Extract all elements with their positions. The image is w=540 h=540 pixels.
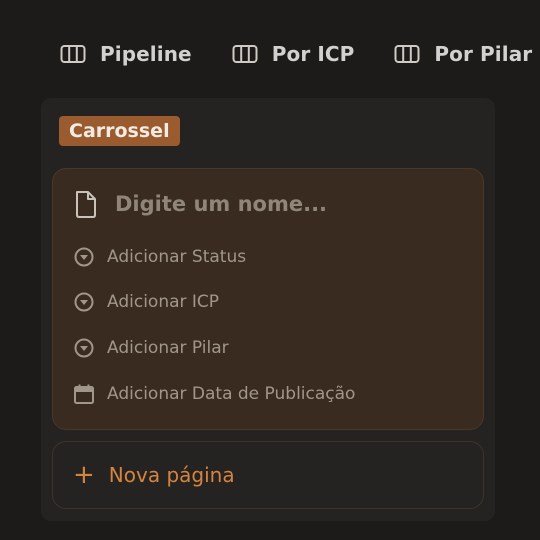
add-icp-property[interactable]: Adicionar ICP: [73, 290, 219, 314]
calendar-icon: [73, 383, 95, 405]
view-tabs: Pipeline Por ICP Por Pilar: [60, 36, 532, 72]
board-icon: [394, 44, 420, 64]
add-pilar-property[interactable]: Adicionar Pilar: [73, 336, 229, 360]
tab-por-pilar[interactable]: Por Pilar: [394, 42, 532, 66]
tab-por-icp[interactable]: Por ICP: [232, 42, 355, 66]
new-page-button[interactable]: + Nova página: [52, 441, 484, 509]
tab-label: Por ICP: [271, 42, 355, 66]
new-card: Adicionar Status Adicionar ICP Adicionar…: [52, 168, 484, 430]
tab-label: Pipeline: [100, 42, 192, 66]
select-icon: [73, 337, 95, 359]
new-page-label: Nova página: [108, 463, 235, 487]
board-icon: [232, 44, 258, 64]
add-status-property[interactable]: Adicionar Status: [73, 245, 246, 269]
board-column: Carrossel Adicionar Status Adicionar ICP…: [41, 98, 495, 521]
select-icon: [73, 291, 95, 313]
select-icon: [73, 246, 95, 268]
property-label: Adicionar Pilar: [107, 338, 229, 358]
page-icon: [73, 189, 99, 219]
group-tag[interactable]: Carrossel: [59, 116, 180, 146]
property-label: Adicionar Data de Publicação: [107, 384, 356, 404]
add-publication-date-property[interactable]: Adicionar Data de Publicação: [73, 382, 355, 406]
plus-icon: +: [73, 460, 95, 490]
property-label: Adicionar Status: [107, 247, 247, 267]
tab-pipeline[interactable]: Pipeline: [60, 42, 192, 66]
card-name-input[interactable]: [115, 192, 455, 216]
property-label: Adicionar ICP: [107, 292, 220, 312]
card-name-row: [73, 189, 463, 219]
tab-label: Por Pilar: [434, 42, 533, 66]
board-icon: [60, 44, 86, 64]
